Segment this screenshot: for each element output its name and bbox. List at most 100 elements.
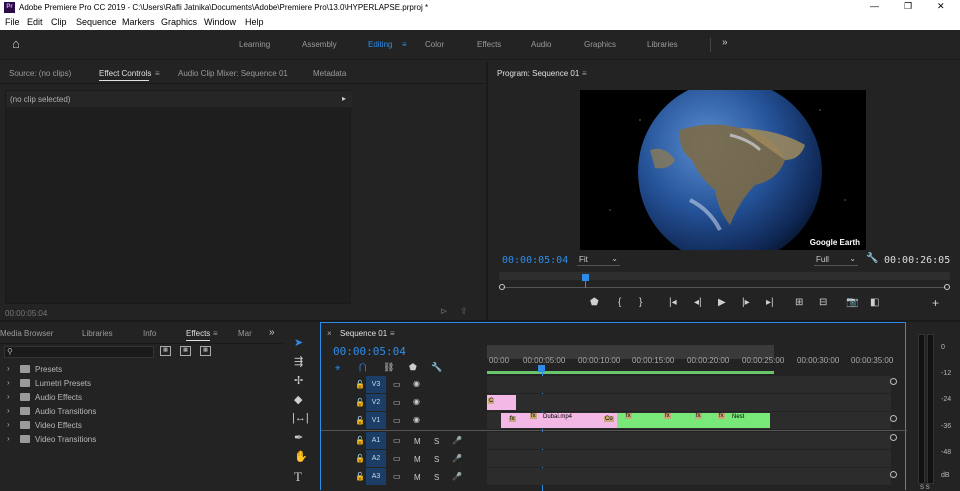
- sync-lock-icon[interactable]: ▭: [393, 472, 401, 481]
- close-button[interactable]: ✕: [937, 1, 945, 12]
- mark-in-icon[interactable]: {: [618, 297, 621, 308]
- editing-menu-icon[interactable]: ≡: [402, 40, 407, 49]
- clip-v2[interactable]: C: [487, 395, 516, 410]
- mark-out-icon[interactable]: }: [639, 297, 642, 308]
- work-area-bar[interactable]: [487, 371, 774, 374]
- mark-icon[interactable]: ⬟: [590, 297, 599, 308]
- track-lane[interactable]: [487, 468, 891, 485]
- add-button-icon[interactable]: +: [932, 296, 939, 310]
- maximize-button[interactable]: ❐: [904, 1, 912, 12]
- clip-v1-intro[interactable]: fx fx Dubai.mp4 Co: [501, 413, 617, 428]
- workspace-learning[interactable]: Learning: [239, 40, 270, 49]
- workspace-audio[interactable]: Audio: [531, 40, 551, 49]
- lock-icon[interactable]: 🔓: [355, 436, 365, 445]
- lock-icon[interactable]: 🔓: [355, 454, 365, 463]
- mute-button[interactable]: M: [414, 473, 421, 482]
- track-lane[interactable]: [487, 450, 891, 467]
- tab-libraries[interactable]: Libraries: [82, 329, 113, 338]
- list-item[interactable]: › Video Effects: [0, 419, 283, 433]
- mute-button[interactable]: M: [414, 437, 421, 446]
- tab-source[interactable]: Source: (no clips): [9, 69, 71, 78]
- track-lane[interactable]: [487, 376, 891, 393]
- tab-info[interactable]: Info: [143, 329, 156, 338]
- time-ruler[interactable]: 00:00 00:00:05:00 00:00:10:00 00:00:15:0…: [487, 345, 893, 375]
- timeline-playhead-marker[interactable]: [538, 365, 545, 372]
- quality-dropdown[interactable]: Full ⌄: [814, 254, 858, 266]
- type-tool-icon[interactable]: T: [294, 469, 302, 485]
- sync-lock-icon[interactable]: ▭: [393, 398, 401, 407]
- program-timecode[interactable]: 00:00:05:04: [502, 255, 568, 266]
- timeline-timecode[interactable]: 00:00:05:04: [333, 345, 406, 358]
- hand-tool-icon[interactable]: ✋: [294, 450, 308, 463]
- lift-icon[interactable]: ⊞: [795, 297, 803, 308]
- menu-help[interactable]: Help: [245, 17, 264, 27]
- microphone-icon[interactable]: 🎤: [452, 472, 462, 481]
- tab-effects[interactable]: Effects: [186, 329, 210, 338]
- menu-graphics[interactable]: Graphics: [161, 17, 197, 27]
- play-icon[interactable]: ▶: [718, 297, 726, 308]
- track-target-a2[interactable]: A2: [366, 450, 386, 467]
- 32bit-effects-icon[interactable]: ▦: [180, 346, 191, 356]
- track-lane[interactable]: C: [487, 394, 891, 411]
- solo-button[interactable]: S: [434, 473, 439, 482]
- track-lane[interactable]: fx fx Dubai.mp4 Co fx fx fx fx Nest: [487, 412, 891, 429]
- effects-menu-icon[interactable]: ≡: [213, 329, 218, 338]
- nest-toggle-icon[interactable]: ⚹: [335, 362, 340, 373]
- chevron-right-icon[interactable]: ›: [7, 364, 10, 373]
- effect-controls-menu-icon[interactable]: ≡: [155, 69, 160, 78]
- eye-icon[interactable]: ◉: [413, 379, 420, 388]
- step-forward-icon[interactable]: |▸: [742, 297, 750, 308]
- chevron-right-icon[interactable]: ›: [7, 406, 10, 415]
- chevron-right-icon[interactable]: ›: [7, 434, 10, 443]
- sync-lock-icon[interactable]: ▭: [393, 436, 401, 445]
- lock-icon[interactable]: 🔓: [355, 416, 365, 425]
- track-target-a3[interactable]: A3: [366, 468, 386, 485]
- menu-edit[interactable]: Edit: [27, 17, 43, 27]
- step-back-icon[interactable]: ◂|: [694, 297, 702, 308]
- track-lane[interactable]: [487, 432, 891, 449]
- workspace-assembly[interactable]: Assembly: [302, 40, 337, 49]
- wrench-icon[interactable]: 🔧: [866, 253, 878, 264]
- accelerated-effects-icon[interactable]: ▦: [160, 346, 171, 356]
- tab-media-browser[interactable]: Media Browser: [0, 329, 53, 338]
- clip-v1-nest[interactable]: fx fx fx fx Nest: [617, 413, 770, 428]
- program-scrubber[interactable]: [499, 272, 950, 290]
- home-icon[interactable]: ⌂: [12, 36, 20, 51]
- tab-markers[interactable]: Mar: [238, 329, 252, 338]
- list-item[interactable]: › Presets: [0, 363, 283, 377]
- list-item[interactable]: › Audio Transitions: [0, 405, 283, 419]
- audio-scroll-top-handle[interactable]: [890, 434, 897, 441]
- solo-button[interactable]: S: [434, 455, 439, 464]
- workspace-color[interactable]: Color: [425, 40, 444, 49]
- mute-button[interactable]: M: [414, 455, 421, 464]
- list-item[interactable]: › Lumetri Presets: [0, 377, 283, 391]
- program-menu-icon[interactable]: ≡: [582, 69, 587, 78]
- export-icon[interactable]: ⇪: [460, 306, 468, 317]
- meter-solo-buttons[interactable]: S S: [920, 485, 930, 491]
- scrubber-end-handle[interactable]: [944, 284, 950, 290]
- more-tabs-icon[interactable]: »: [269, 327, 275, 338]
- fit-dropdown[interactable]: Fit ⌄: [577, 254, 620, 266]
- add-marker-icon[interactable]: ⬟: [409, 362, 417, 373]
- close-tab-icon[interactable]: ×: [327, 329, 332, 338]
- workspace-editing[interactable]: Editing: [368, 40, 392, 49]
- camera-icon[interactable]: 📷: [846, 297, 858, 308]
- track-target-v2[interactable]: V2: [366, 394, 386, 411]
- track-target-v1[interactable]: V1: [366, 412, 386, 429]
- filter-icon[interactable]: ⊳: [440, 306, 448, 317]
- list-item[interactable]: › Video Transitions: [0, 433, 283, 447]
- workspace-libraries[interactable]: Libraries: [647, 40, 678, 49]
- yuv-effects-icon[interactable]: ▦: [200, 346, 211, 356]
- solo-button[interactable]: S: [434, 437, 439, 446]
- comparison-icon[interactable]: ◧: [870, 297, 879, 308]
- track-target-a1[interactable]: A1: [366, 432, 386, 449]
- track-target-v3[interactable]: V3: [366, 376, 386, 393]
- program-monitor-title[interactable]: Program: Sequence 01: [497, 69, 579, 78]
- lock-icon[interactable]: 🔓: [355, 380, 365, 389]
- microphone-icon[interactable]: 🎤: [452, 436, 462, 445]
- pen-tool-icon[interactable]: ✒: [294, 431, 303, 444]
- menu-sequence[interactable]: Sequence: [76, 17, 117, 27]
- go-to-in-icon[interactable]: |◂: [669, 297, 677, 308]
- sync-lock-icon[interactable]: ▭: [393, 380, 401, 389]
- timeline-settings-icon[interactable]: 🔧: [431, 362, 442, 373]
